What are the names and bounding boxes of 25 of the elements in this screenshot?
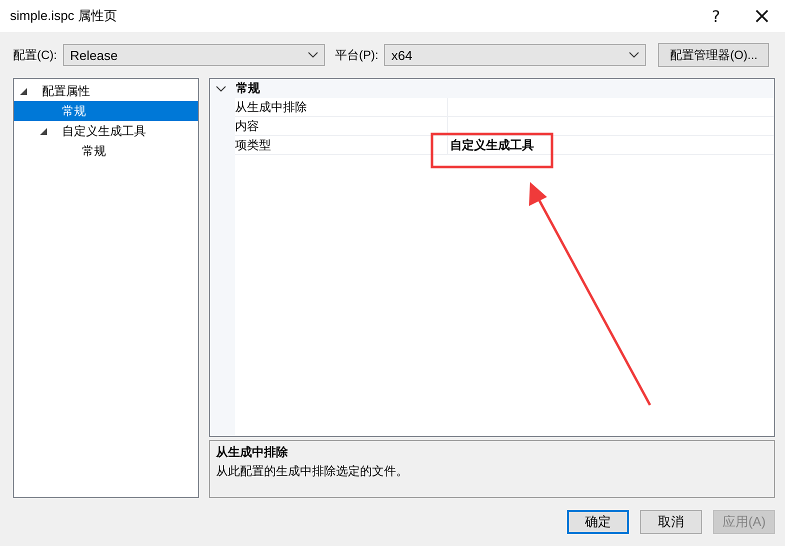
dialog-button[interactable]: 取消 — [640, 510, 702, 534]
chevron-down-icon — [308, 52, 318, 58]
tree-item[interactable]: 自定义生成工具 — [14, 121, 198, 141]
configuration-manager-button[interactable]: 配置管理器(O)... — [658, 43, 770, 67]
description-title: 从生成中排除 — [216, 444, 289, 461]
property-value: 自定义生成工具 — [447, 136, 774, 154]
dialog-button[interactable]: 确定 — [567, 510, 629, 534]
chevron-down-icon — [629, 52, 640, 58]
property-name: 项类型 — [235, 136, 272, 154]
category-label: 常规 — [236, 80, 260, 97]
dropdown[interactable]: x64 — [384, 44, 646, 66]
close-button[interactable]: × — [739, 0, 785, 32]
tree-item[interactable]: 常规 — [14, 101, 198, 121]
tree-item[interactable]: 常规 — [14, 141, 198, 161]
property-name: 从生成中排除 — [235, 98, 308, 116]
window-title: simple.ispc 属性页 — [10, 7, 117, 25]
chevron-down-icon[interactable] — [216, 86, 228, 92]
property-name: 内容 — [235, 118, 260, 134]
dialog-button: 应用(A) — [713, 510, 775, 534]
description-text: 从此配置的生成中排除选定的文件。 — [216, 463, 409, 480]
dropdown[interactable]: Release — [63, 44, 325, 66]
tree-item[interactable]: 配置属性 — [14, 81, 198, 101]
field-label: 配置(C): — [13, 46, 57, 64]
field-label: 平台(P): — [335, 46, 378, 64]
help-button[interactable]: ? — [693, 0, 739, 32]
